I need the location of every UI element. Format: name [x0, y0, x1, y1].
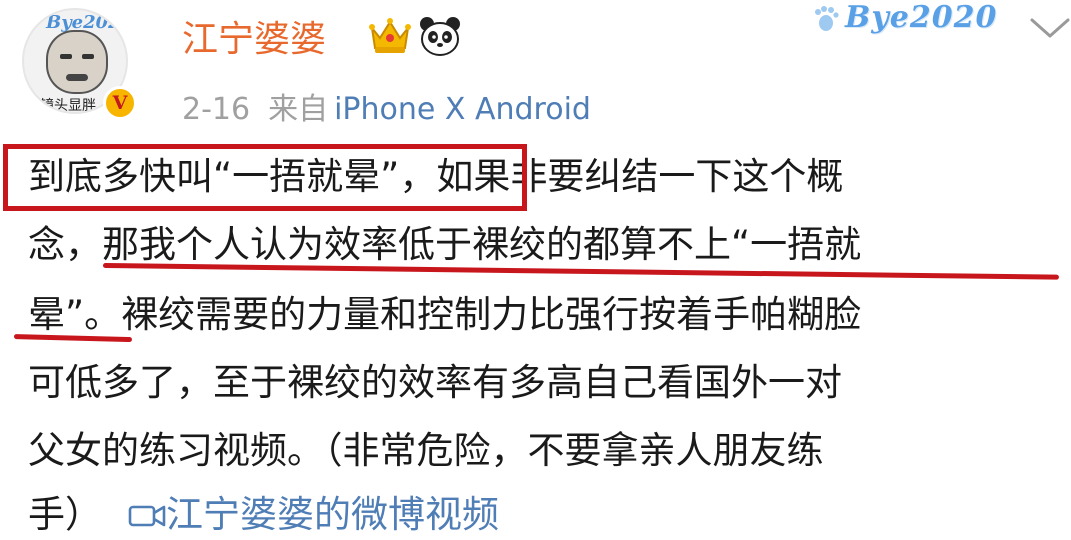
body-line-3: 晕”。裸绞需要的力量和控制力比强行按着手帕糊脸 [28, 293, 862, 336]
post-meta: 2-16 来自 iPhone X Android [182, 84, 591, 128]
username[interactable]: 江宁婆婆 [182, 10, 326, 62]
video-camera-icon[interactable] [128, 501, 166, 531]
panda-icon [420, 17, 460, 56]
verified-badge-icon: V [103, 86, 137, 120]
body-line-6: 手） 江宁婆婆的微博视频 [28, 490, 499, 540]
post-date: 2-16 [182, 92, 251, 127]
source-device-link[interactable]: iPhone X Android [334, 92, 591, 127]
body-line-5: 父女的练习视频。（非常危险，不要拿亲人朋友练 [28, 429, 824, 472]
body-line-4: 可低多了，至于裸绞的效率有多高自己看国外一对 [28, 361, 842, 404]
header-watermark: Bye2020 [845, 0, 998, 35]
crown-icon [369, 18, 411, 53]
avatar-watermark: Bye2020 [46, 12, 128, 33]
body-line-6-text: 手） [28, 493, 102, 536]
chevron-down-icon[interactable] [1028, 14, 1071, 42]
avatar-face [46, 30, 108, 94]
body-line-1: 到底多快叫“一捂就晕”，如果非要纠结一下这个概 [28, 155, 844, 198]
footprint-icon [815, 6, 839, 31]
source-label: 来自 [268, 92, 329, 127]
body-line-2: 念，那我个人认为效率低于裸绞的都算不上“一捂就 [28, 223, 862, 266]
video-link[interactable]: 江宁婆婆的微博视频 [166, 493, 499, 536]
